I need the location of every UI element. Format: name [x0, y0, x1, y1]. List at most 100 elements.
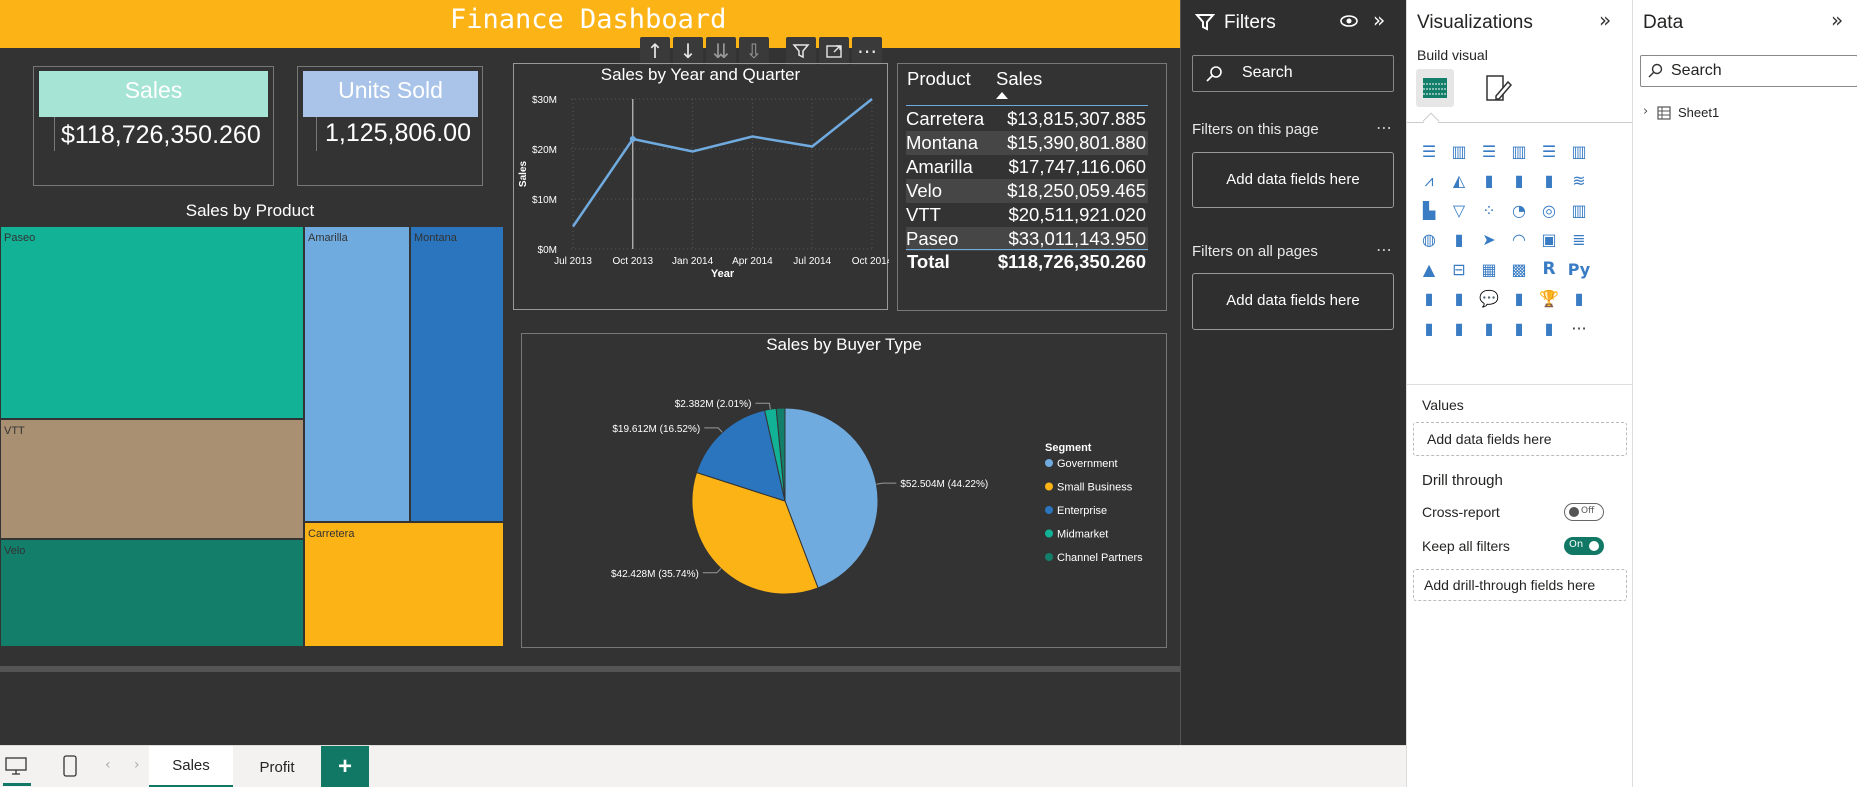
paginated-report-icon[interactable]: ▮ [1566, 286, 1592, 312]
chevron-right-icon: › [1643, 104, 1649, 119]
table-row[interactable]: Carretera $13,815,307.885 [906, 107, 1148, 131]
prev-page-icon[interactable]: ‹ [105, 757, 111, 773]
table-header-divider [906, 105, 1148, 106]
map-icon[interactable]: ◍ [1416, 227, 1442, 253]
get-more-icon[interactable]: ▮ [1536, 315, 1562, 341]
area-icon[interactable]: ◭ [1446, 168, 1472, 194]
focus-mode-icon[interactable] [819, 37, 849, 65]
waterfall-icon[interactable]: ▙ [1416, 197, 1442, 223]
r-visual-icon[interactable]: R [1536, 256, 1562, 282]
clustered-bar-icon[interactable]: ☰ [1476, 138, 1502, 164]
collapse-filters-icon[interactable]: » [1373, 8, 1385, 32]
sales-card-title: Sales [124, 77, 183, 103]
sales-card[interactable]: Sales $118,726,350.260 [33, 66, 274, 186]
stacked-bar-icon[interactable]: ☰ [1416, 138, 1442, 164]
filter-icon[interactable] [786, 37, 816, 65]
scatter-icon[interactable]: ⁘ [1476, 197, 1502, 223]
filters-search-input[interactable]: Search [1192, 55, 1394, 92]
keep-filters-toggle[interactable]: On [1564, 537, 1604, 555]
next-level-icon[interactable]: ⇊ [706, 37, 736, 65]
pie-icon[interactable]: ◔ [1506, 197, 1532, 223]
line-icon[interactable]: ⩘ [1416, 168, 1442, 194]
more-options-icon[interactable]: ⋯ [1376, 118, 1392, 137]
line-chart-visual[interactable]: Sales by Year and Quarter $30M $20M $10M $0… [513, 63, 889, 310]
ribbon-icon[interactable]: ≋ [1566, 168, 1592, 194]
treemap-icon[interactable]: ▥ [1566, 197, 1592, 223]
kpi-icon[interactable]: ▲ [1416, 256, 1442, 282]
slicer-icon[interactable]: ⊟ [1446, 256, 1472, 282]
more-options-icon[interactable]: ⋯ [1376, 240, 1392, 259]
power-apps-icon[interactable]: ▮ [1416, 315, 1442, 341]
collapse-data-icon[interactable]: » [1831, 8, 1843, 32]
filters-page-drop-zone[interactable]: Add data fields here [1192, 152, 1394, 208]
expand-hierarchy-icon[interactable]: ⇩ [739, 37, 769, 65]
collapse-visualizations-icon[interactable]: » [1599, 8, 1611, 32]
table-header-sales[interactable]: Sales [996, 68, 1042, 90]
stacked-column-icon[interactable]: ▥ [1446, 138, 1472, 164]
cross-report-toggle[interactable]: Off [1564, 503, 1604, 521]
legend-marker [1045, 529, 1053, 538]
table-cell-product: Velo [906, 180, 943, 201]
line-clustered-column-icon[interactable]: ▮ [1536, 168, 1562, 194]
values-drop-zone[interactable]: Add data fields here [1413, 422, 1627, 456]
metrics-icon[interactable]: 🏆 [1536, 286, 1562, 312]
table-header-product[interactable]: Product [907, 68, 971, 90]
page-tab-profit[interactable]: Profit [234, 746, 320, 787]
matrix-icon[interactable]: ▩ [1506, 256, 1532, 282]
filter-icon [1195, 14, 1215, 31]
mobile-layout-icon[interactable] [62, 754, 78, 778]
donut-icon[interactable]: ◎ [1536, 197, 1562, 223]
clustered-column-icon[interactable]: ▥ [1506, 138, 1532, 164]
qa-icon[interactable]: 💬 [1476, 286, 1502, 312]
more-options-icon[interactable]: ⋯ [852, 37, 882, 65]
table-item-sheet1[interactable]: › Sheet1 [1643, 104, 1843, 124]
table-icon[interactable]: ▦ [1476, 256, 1502, 282]
eye-icon[interactable] [1339, 13, 1359, 29]
smart-narrative-icon[interactable]: ▮ [1506, 286, 1532, 312]
azure-map-icon[interactable]: ➤ [1476, 227, 1502, 253]
filters-all-drop-zone[interactable]: Add data fields here [1192, 273, 1394, 330]
treemap-cell-amarilla[interactable]: Amarilla [304, 226, 410, 522]
stacked-area-icon[interactable]: ▮ [1476, 168, 1502, 194]
treemap-cell-montana[interactable]: Montana [410, 226, 504, 522]
build-visual-tab[interactable] [1416, 69, 1454, 107]
treemap-cell-velo[interactable]: Velo [0, 539, 304, 647]
treemap-cell-vtt[interactable]: VTT [0, 419, 304, 539]
treemap-cell-paseo[interactable]: Paseo [0, 226, 304, 419]
next-page-icon[interactable]: › [134, 757, 140, 773]
power-automate-icon[interactable]: ▮ [1446, 315, 1472, 341]
card-icon[interactable]: ▣ [1536, 227, 1562, 253]
pie-chart-visual[interactable]: Sales by Buyer Type $52.504M (44.22%) $42… [521, 333, 1167, 648]
key-influencers-icon[interactable]: ▮ [1416, 286, 1442, 312]
page-tab-sales[interactable]: Sales [149, 746, 233, 787]
treemap-chart[interactable]: Paseo VTT Velo Amarilla Montana Carreter… [0, 226, 504, 647]
add-page-button[interactable]: + [321, 746, 369, 787]
arcgis-icon[interactable]: ▮ [1476, 315, 1502, 341]
data-search-input[interactable]: Search [1640, 55, 1857, 87]
100-bar-icon[interactable]: ☰ [1536, 138, 1562, 164]
line-column-icon[interactable]: ▮ [1506, 168, 1532, 194]
table-row[interactable]: Amarilla $17,747,116.060 [906, 155, 1148, 179]
drill-up-icon[interactable]: ↑ [640, 37, 670, 65]
table-row[interactable]: Paseo $33,011,143.950 [906, 227, 1148, 251]
drill-through-drop-zone[interactable]: Add drill-through fields here [1413, 569, 1627, 601]
sort-ascending-icon[interactable] [996, 92, 1008, 99]
funnel-icon[interactable]: ▽ [1446, 197, 1472, 223]
decomposition-tree-icon[interactable]: ▮ [1446, 286, 1472, 312]
table-row[interactable]: VTT $20,511,921.020 [906, 203, 1148, 227]
canvas-scroll-strip[interactable] [0, 666, 1180, 672]
multi-row-card-icon[interactable]: ≣ [1566, 227, 1592, 253]
power-apps-2-icon[interactable]: ▮ [1506, 315, 1532, 341]
units-sold-card[interactable]: Units Sold 1,125,806.00 [297, 66, 483, 186]
gauge-icon[interactable]: ◠ [1506, 227, 1532, 253]
filled-map-icon[interactable]: ▮ [1446, 227, 1472, 253]
100-column-icon[interactable]: ▥ [1566, 138, 1592, 164]
format-visual-icon[interactable] [1482, 72, 1514, 104]
drill-down-icon[interactable]: ↓ [673, 37, 703, 65]
python-visual-icon[interactable]: Py [1566, 256, 1592, 282]
table-row[interactable]: Montana $15,390,801.880 [906, 131, 1148, 155]
table-row[interactable]: Velo $18,250,059.465 [906, 179, 1148, 203]
desktop-layout-icon[interactable] [4, 756, 28, 776]
more-icon[interactable]: ··· [1566, 315, 1592, 341]
treemap-cell-carretera[interactable]: Carretera [304, 522, 504, 647]
